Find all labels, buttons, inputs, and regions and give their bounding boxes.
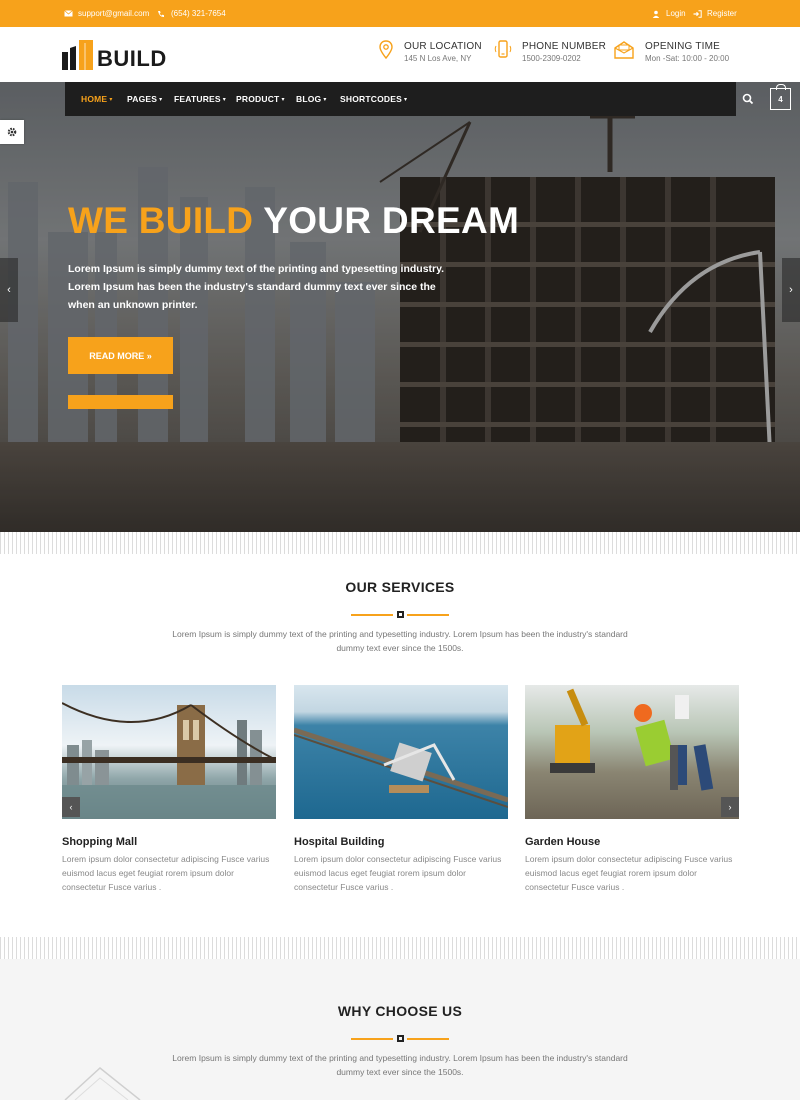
slider-prev-button[interactable]: ‹ — [0, 258, 18, 322]
nav-blog-label: BLOG — [296, 94, 322, 104]
phone-title: PHONE NUMBER — [522, 41, 607, 52]
building-logo-icon — [62, 40, 93, 70]
settings-toggle[interactable] — [0, 120, 24, 144]
service-card[interactable]: Garden House Lorem ipsum dolor consectet… — [525, 685, 739, 894]
email-text: support@gmail.com — [78, 9, 150, 18]
mobile-phone-icon — [494, 40, 512, 58]
sea-bridge-image — [294, 685, 508, 819]
section-divider — [351, 611, 449, 619]
service-name: Shopping Mall — [62, 836, 138, 848]
nav-product[interactable]: PRODUCT ▾ — [236, 82, 285, 116]
envelope-icon — [614, 41, 634, 59]
chevron-down-icon: ▾ — [222, 96, 226, 103]
worker-image — [525, 685, 739, 819]
location-title: OUR LOCATION — [404, 41, 482, 52]
map-pin-icon — [379, 40, 393, 60]
chevron-left-icon: ‹ — [69, 802, 73, 812]
nav-shortcodes-label: SHORTCODES — [340, 94, 402, 104]
slider-next-button[interactable]: › — [782, 258, 800, 322]
hours-title: OPENING TIME — [645, 41, 721, 52]
service-desc: Lorem ipsum dolor consectetur adipiscing… — [294, 854, 502, 892]
bridge-illustration — [62, 702, 276, 819]
chevron-down-icon: ▾ — [323, 96, 327, 103]
search-icon — [742, 93, 754, 105]
chevron-down-icon: ▾ — [403, 96, 408, 103]
phone-info: PHONE NUMBER 1500-2309-0202 — [494, 40, 606, 70]
bridge-image — [62, 685, 276, 819]
nav-home-label: HOME — [81, 94, 108, 104]
nav-pages-label: PAGES — [127, 94, 158, 104]
chevron-down-icon: ▾ — [281, 96, 285, 103]
ruler-divider — [0, 937, 800, 959]
nav-blog[interactable]: BLOG ▾ — [296, 82, 327, 116]
hours-info: OPENING TIME Mon -Sat: 10:00 - 20:00 — [613, 40, 729, 70]
nav-shortcodes[interactable]: SHORTCODES ▾ — [340, 82, 407, 116]
sign-in-icon — [692, 9, 702, 19]
nav-features[interactable]: FEATURES ▾ — [174, 82, 226, 116]
service-desc: Lorem ipsum dolor consectetur adipiscing… — [62, 854, 270, 892]
location-info: OUR LOCATION 145 N Los Ave, NY — [378, 40, 482, 70]
nav-pages[interactable]: PAGES ▾ — [127, 82, 162, 116]
hero-title-rest: YOUR DREAM — [263, 200, 520, 241]
worker-illustration — [550, 688, 714, 791]
hours-text: Mon -Sat: 10:00 - 20:00 — [645, 54, 730, 63]
sea-bridge-illustration — [294, 727, 508, 808]
secondary-slide-button[interactable] — [68, 395, 173, 409]
search-button[interactable] — [741, 92, 755, 106]
carousel-next-button[interactable]: › — [721, 797, 739, 817]
hero-title: WE BUILD YOUR DREAM — [68, 198, 519, 244]
register-link[interactable]: Register — [692, 0, 737, 27]
chevron-down-icon: ▾ — [159, 96, 163, 103]
service-card[interactable]: Shopping Mall Lorem ipsum dolor consecte… — [62, 685, 276, 894]
phone-icon — [156, 9, 166, 19]
location-address: 145 N Los Ave, NY — [404, 54, 472, 63]
cart-button[interactable]: 4 — [770, 84, 791, 110]
service-name: Hospital Building — [294, 836, 385, 848]
service-name: Garden House — [525, 836, 601, 848]
main-navbar: HOME ▾ PAGES ▾ FEATURES ▾ PRODUCT ▾ BLOG ▾ SH… — [65, 82, 791, 116]
chevron-right-icon: › — [789, 284, 793, 296]
nav-product-label: PRODUCT — [236, 94, 280, 104]
service-card[interactable]: Hospital Building Lorem ipsum dolor cons… — [294, 685, 508, 894]
phone-number: 1500-2309-0202 — [522, 54, 581, 63]
gear-icon — [7, 127, 17, 137]
login-link[interactable]: Login — [651, 0, 686, 27]
services-title: OUR SERVICES — [345, 579, 455, 595]
read-more-button[interactable]: READ MORE » — [68, 337, 173, 374]
chevron-down-icon: ▾ — [109, 96, 113, 103]
why-desc: Lorem Ipsum is simply dummy text of the … — [172, 1053, 628, 1077]
phone-text: (654) 321-7654 — [171, 9, 226, 18]
chevron-left-icon: ‹ — [7, 284, 11, 296]
blueprint-sketch — [64, 1067, 141, 1100]
cart-count: 4 — [778, 94, 783, 104]
section-divider — [351, 1035, 449, 1043]
hero-title-highlight: WE BUILD — [68, 200, 254, 241]
register-label: Register — [707, 9, 737, 18]
chevron-right-icon: › — [728, 802, 732, 812]
services-desc: Lorem Ipsum is simply dummy text of the … — [172, 629, 628, 653]
login-label: Login — [666, 9, 686, 18]
user-icon — [651, 9, 661, 19]
hero-text: Lorem Ipsum is simply dummy text of the … — [68, 263, 445, 311]
why-title: WHY CHOOSE US — [337, 1003, 463, 1019]
ruler-divider — [0, 532, 800, 554]
nav-home[interactable]: HOME ▾ — [81, 82, 113, 116]
carousel-prev-button[interactable]: ‹ — [62, 797, 80, 817]
site-header: BUILD OUR LOCATION 145 N Los Ave, NY PHO… — [0, 27, 800, 82]
service-desc: Lorem ipsum dolor consectetur adipiscing… — [525, 854, 733, 892]
site-logo[interactable]: BUILD — [62, 40, 167, 70]
logo-text: BUILD — [97, 46, 167, 71]
top-bar: support@gmail.com (654) 321-7654 Login R… — [0, 0, 800, 27]
nav-features-label: FEATURES — [174, 94, 221, 104]
envelope-icon — [63, 9, 73, 19]
phone-contact[interactable]: (654) 321-7654 — [156, 0, 226, 27]
email-contact[interactable]: support@gmail.com — [63, 0, 149, 27]
